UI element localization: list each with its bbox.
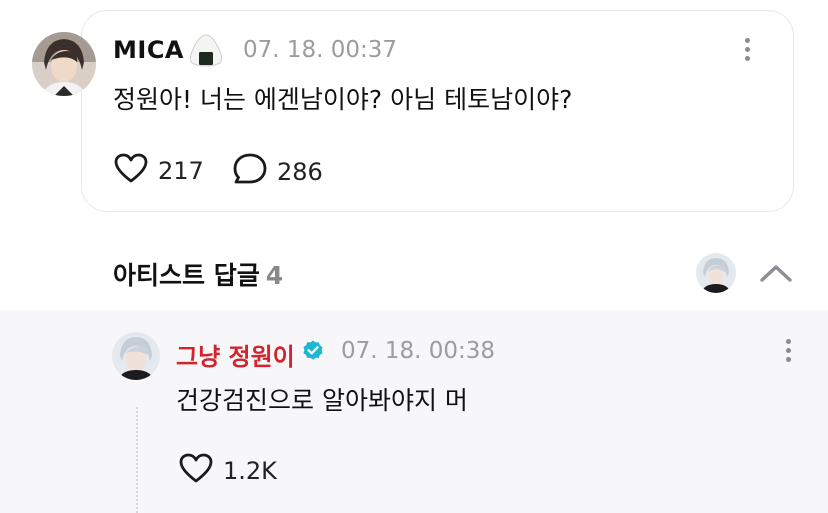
reply-more-icon[interactable] [786,339,792,362]
author-name[interactable]: MICA [113,36,184,64]
rice-ball-icon [186,33,226,71]
post-like-count: 217 [158,157,204,185]
thread-line [136,407,138,513]
artist-replies-count: 4 [265,261,284,290]
reply-body: 건강검진으로 알아봐야지 머 [176,386,468,415]
artist-replies-title: 아티스트 답글 4 [113,256,283,292]
reply-like-count: 1.2K [223,457,277,485]
reply-like-button[interactable]: 1.2K [178,452,277,490]
author-avatar[interactable] [32,32,96,96]
artist-avatar-small [696,253,736,293]
artist-replies-label: 아티스트 답글 [113,261,260,290]
post-comment-button[interactable]: 286 [232,152,323,192]
comment-bubble-icon [232,152,268,192]
post-like-button[interactable]: 217 [113,152,204,190]
post-comment-count: 286 [277,158,323,186]
post-timestamp: 07. 18. 00:37 [243,37,398,63]
verified-badge-icon [301,339,325,367]
heart-icon [178,452,214,490]
replier-name[interactable]: 그냥 정원이 [176,337,295,372]
collapse-chevron-up-icon[interactable] [758,262,794,288]
post-body: 정원아! 너는 에겐남이야? 아님 테토남이야? [113,85,573,114]
reply-timestamp: 07. 18. 00:38 [341,338,496,364]
replier-avatar[interactable] [112,332,160,380]
post-more-icon[interactable] [745,38,751,61]
heart-icon [113,152,149,190]
